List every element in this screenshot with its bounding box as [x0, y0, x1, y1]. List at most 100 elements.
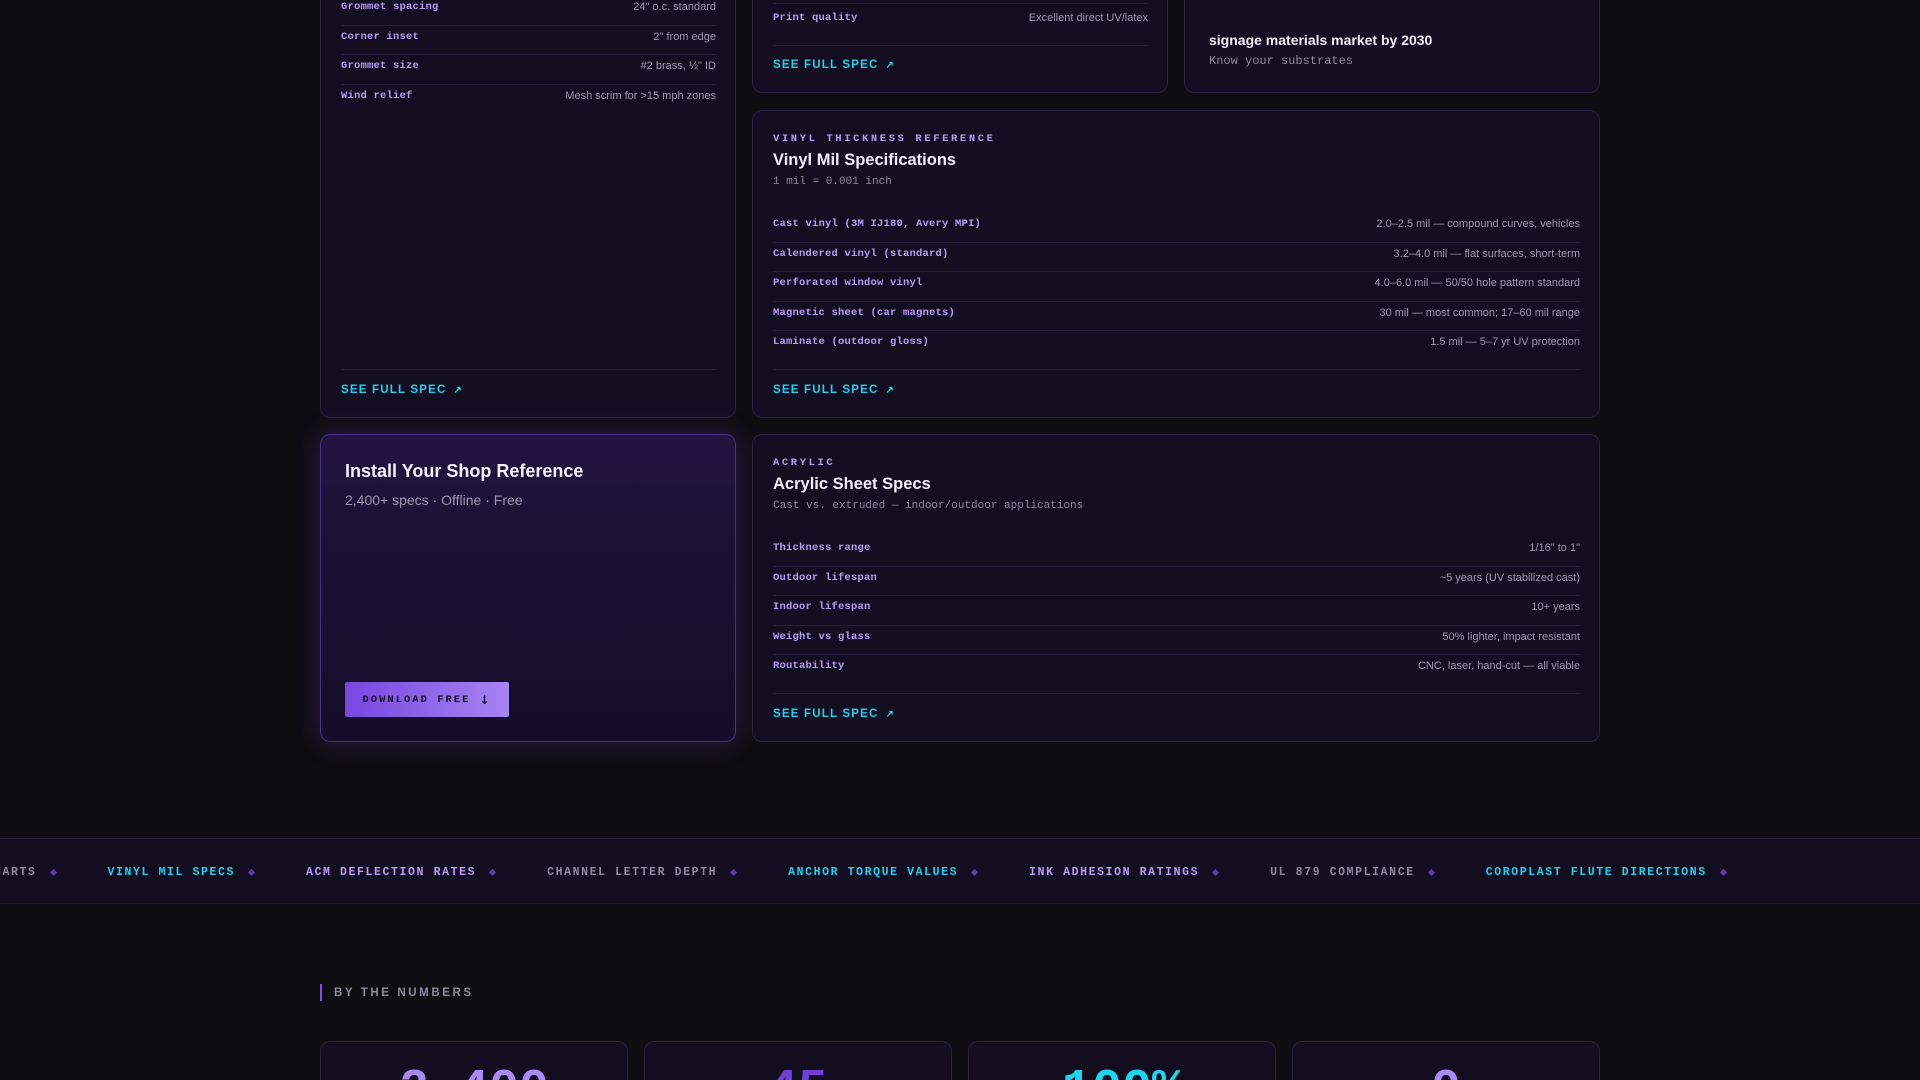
spec-row: Cast vinyl (3M IJ180, Avery MPI) 2.0–2.5…	[773, 213, 1580, 243]
ticker-track: HT CHARTS VINYL MIL SPECS ACM DEFLECTION R…	[0, 839, 1778, 903]
ticker-item-label: ACM DEFLECTION RATES	[306, 865, 477, 879]
arrow-down-icon: ↓	[479, 692, 492, 707]
spec-row: Grommet spacing 24" o.c. standard	[341, 0, 716, 26]
print-spec-list: Print quality Excellent direct UV/latex	[773, 7, 1148, 37]
spec-row: Outdoor lifespan ~5 years (UV stabilized…	[773, 567, 1580, 596]
spec-row: Wind relief Mesh scrim for >15 mph zones	[341, 85, 716, 115]
ticker-item-label: INK ADHESION RATINGS	[1029, 865, 1200, 879]
stat-value: 45	[645, 1062, 951, 1080]
spec-key: Cast vinyl (3M IJ180, Avery MPI)	[773, 218, 982, 230]
grommet-spec-list: Grommet spacing 24" o.c. standard Corner…	[341, 0, 716, 114]
ticker-item[interactable]: ANCHOR TORQUE VALUES	[788, 866, 979, 879]
download-free-button[interactable]: DOWNLOAD FREE ↓	[345, 682, 509, 717]
card-title: Acrylic Sheet Specs	[773, 475, 931, 493]
card-divider	[341, 369, 716, 370]
spec-value: 30 mil — most common; 17–60 mil range	[1379, 306, 1580, 319]
spec-key: Grommet spacing	[341, 1, 439, 13]
spec-value: 2.0–2.5 mil — compound curves, vehicles	[1376, 218, 1580, 230]
download-button-label: DOWNLOAD FREE	[362, 693, 471, 706]
spec-value: 10+ years	[1531, 601, 1580, 613]
card-divider	[773, 45, 1148, 46]
see-full-spec-link[interactable]: SEE FULL SPEC ↗	[773, 59, 895, 71]
card-eyebrow: ACRYLIC	[773, 457, 836, 469]
spec-value: 3.2–4.0 mil — flat surfaces, short-term	[1393, 247, 1580, 260]
acrylic-spec-list: Thickness range 1/16" to 1" Outdoor life…	[773, 537, 1580, 685]
spec-value: Mesh scrim for >15 mph zones	[565, 89, 716, 102]
card-divider	[773, 369, 1580, 370]
acrylic-spec-card: ACRYLIC Acrylic Sheet Specs Cast vs. ext…	[752, 434, 1600, 742]
card-subtitle: Cast vs. extruded — indoor/outdoor appli…	[773, 500, 1084, 512]
install-promo-card: Install Your Shop Reference 2,400+ specs…	[320, 434, 736, 742]
spec-key: Outdoor lifespan	[773, 571, 878, 584]
stat-value: 0	[1293, 1062, 1599, 1080]
spec-value: #2 brass, ½" ID	[640, 60, 716, 72]
vinyl-spec-list: Cast vinyl (3M IJ180, Avery MPI) 2.0–2.5…	[773, 213, 1580, 361]
arrow-up-right-icon: ↗	[453, 384, 464, 396]
spec-key: Magnetic sheet (car magnets)	[773, 306, 956, 319]
spec-value: 2" from edge	[653, 30, 716, 43]
ticker-item[interactable]: ACM DEFLECTION RATES	[306, 865, 497, 879]
grommet-spec-card: Grommet spacing 24" o.c. standard Corner…	[320, 0, 736, 418]
stat-card: 100%	[968, 1041, 1276, 1080]
spec-row: Thickness range 1/16" to 1"	[773, 537, 1580, 567]
spec-key: Wind relief	[341, 89, 413, 102]
see-full-spec-link[interactable]: SEE FULL SPEC ↗	[773, 708, 895, 720]
diamond-icon	[49, 868, 57, 876]
see-full-spec-link[interactable]: SEE FULL SPEC ↗	[773, 384, 895, 396]
spec-value: Excellent direct UV/latex	[1028, 12, 1148, 24]
spec-row: Laminate (outdoor gloss) 1.5 mil — 5–7 y…	[773, 331, 1580, 361]
spec-row: Perforated window vinyl 4.0–6.0 mil — 50…	[773, 272, 1580, 302]
stat-card: 2,400	[320, 1041, 628, 1080]
card-divider	[773, 693, 1580, 694]
spec-value: CNC, laser, hand-cut — all viable	[1417, 660, 1580, 672]
see-full-spec-label: SEE FULL SPEC	[773, 384, 879, 396]
see-full-spec-label: SEE FULL SPEC	[341, 384, 447, 396]
spec-row: Calendered vinyl (standard) 3.2–4.0 mil …	[773, 243, 1580, 272]
stat-value: 2,400	[321, 1062, 627, 1080]
diamond-icon	[489, 868, 497, 876]
topic-ticker: HT CHARTS VINYL MIL SPECS ACM DEFLECTION R…	[0, 838, 1920, 904]
spec-row: Weight vs glass 50% lighter, impact resi…	[773, 626, 1580, 655]
market-stat-subtitle: Know your substrates	[1209, 54, 1354, 68]
spec-value: 4.0–6.0 mil — 50/50 hole pattern standar…	[1374, 277, 1580, 289]
stat-card: 0	[1292, 1041, 1600, 1080]
spec-key: Grommet size	[341, 60, 420, 72]
card-divider	[773, 3, 1148, 4]
spec-key: Perforated window vinyl	[773, 277, 923, 289]
spec-value: 1.5 mil — 5–7 yr UV protection	[1430, 336, 1580, 348]
ticker-item-label: UL 879 COMPLIANCE	[1270, 865, 1415, 879]
spec-value: 24" o.c. standard	[633, 1, 716, 13]
spec-key: Calendered vinyl (standard)	[773, 247, 949, 260]
spec-row: Routability CNC, laser, hand-cut — all v…	[773, 655, 1580, 685]
ticker-item-label: COROPLAST FLUTE DIRECTIONS	[1485, 865, 1707, 879]
diamond-icon	[730, 868, 738, 876]
ticker-item-label: CHANNEL LETTER DEPTH	[547, 865, 718, 879]
ticker-item[interactable]: HT CHARTS	[0, 866, 57, 879]
arrow-up-right-icon: ↗	[885, 384, 896, 396]
card-title: Vinyl Mil Specifications	[773, 151, 957, 169]
ticker-item[interactable]: UL 879 COMPLIANCE	[1270, 865, 1435, 879]
diamond-icon	[1427, 868, 1435, 876]
spec-key: Corner inset	[341, 30, 420, 43]
stat-value: 100%	[969, 1062, 1275, 1080]
spec-key: Thickness range	[773, 542, 871, 554]
ticker-item[interactable]: VINYL MIL SPECS	[108, 866, 256, 879]
spec-row: Grommet size #2 brass, ½" ID	[341, 55, 716, 85]
spec-row: Indoor lifespan 10+ years	[773, 596, 1580, 626]
print-spec-card: Print quality Excellent direct UV/latex …	[752, 0, 1168, 93]
ticker-item[interactable]: INK ADHESION RATINGS	[1029, 865, 1220, 879]
arrow-up-right-icon: ↗	[885, 59, 896, 71]
section-label: BY THE NUMBERS	[320, 984, 474, 1001]
see-full-spec-link[interactable]: SEE FULL SPEC ↗	[341, 384, 463, 396]
card-eyebrow: VINYL THICKNESS REFERENCE	[773, 133, 996, 145]
ticker-item[interactable]: CHANNEL LETTER DEPTH	[547, 865, 738, 879]
market-stat-card: signage materials market by 2030 Know yo…	[1184, 0, 1600, 93]
diamond-icon	[248, 868, 256, 876]
stat-card: 45	[644, 1041, 952, 1080]
arrow-up-right-icon: ↗	[885, 708, 896, 720]
see-full-spec-label: SEE FULL SPEC	[773, 708, 879, 720]
spec-value: 50% lighter, impact resistant	[1442, 630, 1580, 643]
spec-row: Magnetic sheet (car magnets) 30 mil — mo…	[773, 302, 1580, 331]
ticker-item[interactable]: COROPLAST FLUTE DIRECTIONS	[1485, 865, 1727, 879]
spec-row: Print quality Excellent direct UV/latex	[773, 7, 1148, 37]
